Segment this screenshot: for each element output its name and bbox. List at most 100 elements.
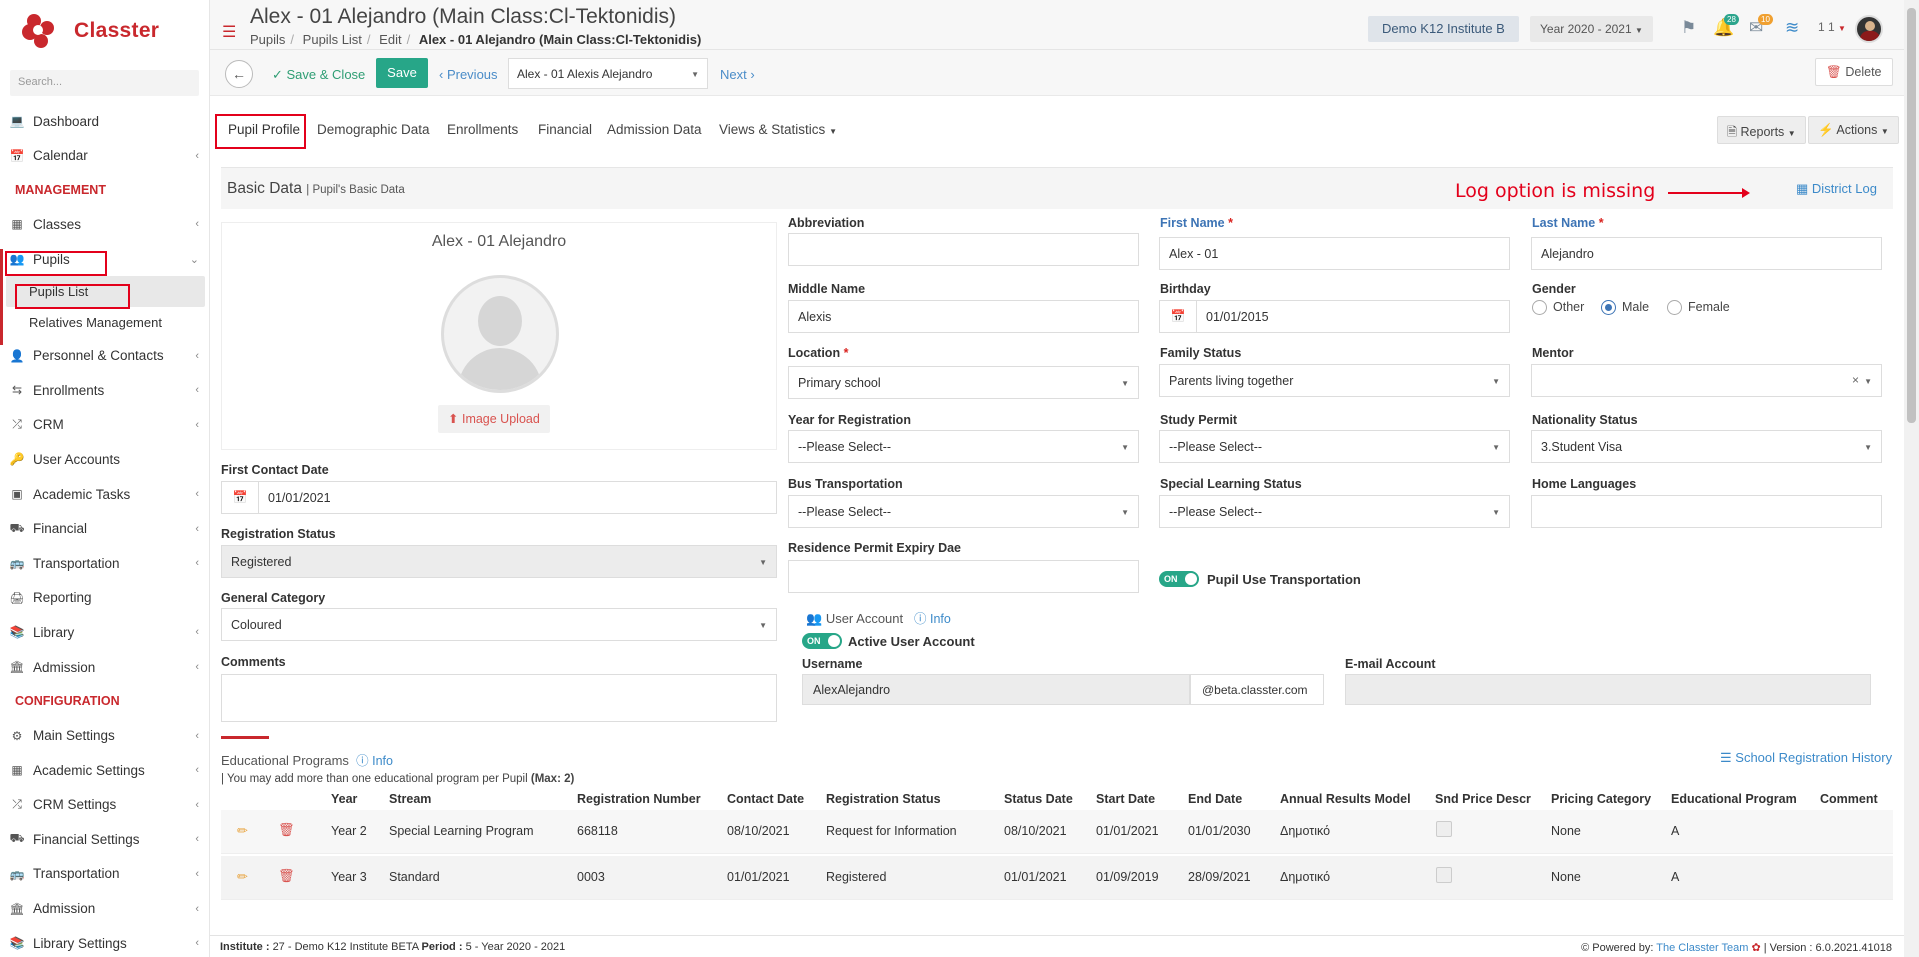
back-button[interactable]: ← — [225, 60, 253, 88]
column-header[interactable]: Annual Results Model — [1280, 792, 1411, 806]
reports-button[interactable]: 🗎 Reports ▼ — [1717, 116, 1806, 144]
sidebar-item-dashboard[interactable]: 💻 Dashboard — [0, 104, 209, 139]
special-learning-select[interactable]: --Please Select-- ▼ — [1159, 495, 1510, 528]
pupil-use-transport-toggle[interactable]: ON — [1159, 571, 1199, 587]
column-header[interactable]: Snd Price Descr — [1435, 792, 1531, 806]
district-log-link[interactable]: ▦ District Log — [1796, 181, 1877, 197]
year-registration-select[interactable]: --Please Select-- ▼ — [788, 430, 1139, 463]
previous-button[interactable]: ‹ Previous — [439, 67, 498, 82]
delete-button[interactable]: 🗑 Delete — [1815, 58, 1893, 86]
middle-name-input[interactable]: Alexis — [788, 300, 1139, 333]
column-header[interactable]: Start Date — [1096, 792, 1155, 806]
sidebar-item-main-settings[interactable]: ⚙ Main Settings ‹ — [0, 718, 209, 753]
residence-permit-input[interactable] — [788, 560, 1139, 593]
comments-textarea[interactable] — [221, 674, 777, 722]
save-close-button[interactable]: ✓ Save & Close — [272, 67, 365, 83]
gender-male-radio[interactable]: Male — [1601, 300, 1649, 316]
sidebar-item-crm[interactable]: ⤮ CRM ‹ — [0, 408, 209, 443]
page-scrollbar[interactable] — [1904, 0, 1919, 957]
sidebar-item-transportation[interactable]: 🚌 Transportation ‹ — [0, 857, 209, 892]
sidebar-item-financial[interactable]: ⛟ Financial ‹ — [0, 511, 209, 546]
snd-price-checkbox[interactable] — [1436, 867, 1452, 883]
sidebar-item-classes[interactable]: ▦ Classes ‹ — [0, 207, 209, 242]
image-upload-button[interactable]: ⬆ Image Upload — [438, 405, 550, 433]
username-input[interactable]: AlexAlejandro — [802, 674, 1190, 705]
family-status-select[interactable]: Parents living together ▼ — [1159, 364, 1510, 397]
first-contact-input[interactable]: 📅 01/01/2021 — [221, 481, 777, 514]
pencil-icon[interactable]: ✏ — [237, 869, 248, 885]
sidebar-subitem-pupils-list[interactable]: Pupils List — [6, 276, 205, 308]
sidebar-item-admission[interactable]: 🏛 Admission ‹ — [0, 650, 209, 685]
column-header[interactable]: Comment — [1820, 792, 1878, 806]
calendar-icon[interactable]: 📅 — [222, 482, 259, 513]
bus-transportation-select[interactable]: --Please Select-- ▼ — [788, 495, 1139, 528]
breadcrumb-pupils[interactable]: Pupils — [250, 32, 285, 47]
nationality-status-select[interactable]: 3.Student Visa ▼ — [1531, 430, 1882, 463]
column-header[interactable]: Contact Date — [727, 792, 804, 806]
footer-team-link[interactable]: The Classter Team — [1656, 942, 1748, 954]
sidebar-item-reporting[interactable]: 🖨 Reporting — [0, 581, 209, 616]
breadcrumb-pupils-list[interactable]: Pupils List — [303, 32, 362, 47]
sidebar-item-user-accounts[interactable]: 🔑 User Accounts — [0, 442, 209, 477]
general-category-select[interactable]: Coloured ▼ — [221, 608, 777, 641]
tab-pupil-profile[interactable]: Pupil Profile — [228, 122, 300, 137]
table-row[interactable]: ✏ 🗑 Year 2 Special Learning Program 668118 08… — [221, 810, 1893, 854]
trash-icon[interactable]: 🗑 — [278, 822, 295, 838]
sidebar-item-enrollments[interactable]: ⇆ Enrollments ‹ — [0, 373, 209, 408]
school-registration-history-link[interactable]: ☰ School Registration History — [1720, 750, 1892, 766]
abbreviation-input[interactable] — [788, 233, 1139, 266]
sidebar-item-library[interactable]: 📚 Library ‹ — [0, 615, 209, 650]
sidebar-item-library-settings[interactable]: 📚 Library Settings ‹ — [0, 926, 209, 957]
study-permit-select[interactable]: --Please Select-- ▼ — [1159, 430, 1510, 463]
educational-programs-info-link[interactable]: ⓘ Info — [356, 754, 393, 768]
column-header[interactable]: End Date — [1188, 792, 1242, 806]
menu-toggle-icon[interactable]: ☰ — [222, 22, 236, 42]
snd-price-checkbox[interactable] — [1436, 821, 1452, 837]
clear-icon[interactable]: × — [1852, 373, 1859, 387]
column-header[interactable]: Pricing Category — [1551, 792, 1651, 806]
brand-logo[interactable]: Classter — [0, 0, 209, 62]
gender-other-radio[interactable]: Other — [1532, 300, 1584, 316]
last-name-input[interactable]: Alejandro — [1531, 237, 1882, 270]
tab-enrollments[interactable]: Enrollments — [447, 122, 518, 137]
birthday-input[interactable]: 📅 01/01/2015 — [1159, 300, 1510, 333]
column-header[interactable]: Educational Program — [1671, 792, 1797, 806]
email-account-input[interactable] — [1345, 674, 1871, 705]
user-account-info-link[interactable]: ⓘ Info — [914, 612, 951, 626]
first-name-input[interactable]: Alex - 01 — [1159, 237, 1510, 270]
scrollbar-thumb[interactable] — [1907, 8, 1916, 423]
location-select[interactable]: Primary school ▼ — [788, 366, 1139, 399]
tab-demographic-data[interactable]: Demographic Data — [317, 122, 430, 137]
column-header[interactable]: Stream — [389, 792, 431, 806]
flag-icon[interactable]: ⚑ — [1681, 18, 1696, 38]
sidebar-item-pupils[interactable]: 👥 Pupils ⌄ — [0, 242, 209, 277]
sidebar-item-financial-settings[interactable]: ⛟ Financial Settings ‹ — [0, 822, 209, 857]
mentor-select[interactable]: × ▼ — [1531, 364, 1882, 397]
sidebar-item-academic-settings[interactable]: ▦ Academic Settings ‹ — [0, 753, 209, 788]
layers-icon[interactable]: ≋ — [1785, 18, 1799, 38]
sidebar-item-academic-tasks[interactable]: ▣ Academic Tasks ‹ — [0, 477, 209, 512]
tab-financial[interactable]: Financial — [538, 122, 592, 137]
user-avatar[interactable] — [1855, 15, 1883, 43]
active-user-account-toggle[interactable]: ON — [802, 633, 842, 649]
actions-button[interactable]: ⚡ Actions ▼ — [1808, 116, 1899, 144]
institute-selector[interactable]: Demo K12 Institute B — [1368, 16, 1519, 42]
next-button[interactable]: Next › — [720, 67, 755, 82]
sidebar-item-calendar[interactable]: 📅 Calendar ‹ — [0, 139, 209, 174]
breadcrumb-edit[interactable]: Edit — [379, 32, 401, 47]
user-menu[interactable]: 1 1 ▼ — [1818, 20, 1846, 34]
calendar-icon[interactable]: 📅 — [1160, 301, 1197, 332]
column-header[interactable]: Year — [331, 792, 357, 806]
gender-female-radio[interactable]: Female — [1667, 300, 1730, 316]
sidebar-subitem-relatives-management[interactable]: Relatives Management — [0, 307, 209, 338]
sidebar-item-crm-settings[interactable]: ⤮ CRM Settings ‹ — [0, 788, 209, 823]
table-row[interactable]: ✏ 🗑 Year 3 Standard 0003 01/01/2021 Registered… — [221, 856, 1893, 900]
year-selector[interactable]: Year 2020 - 2021 ▼ — [1530, 16, 1653, 42]
column-header[interactable]: Registration Number — [577, 792, 701, 806]
column-header[interactable]: Status Date — [1004, 792, 1073, 806]
trash-icon[interactable]: 🗑 — [278, 868, 295, 884]
tab-views-statistics[interactable]: Views & Statistics ▼ — [719, 122, 837, 137]
home-languages-input[interactable] — [1531, 495, 1882, 528]
sidebar-item-admission[interactable]: 🏛 Admission ‹ — [0, 891, 209, 926]
sidebar-item-transportation[interactable]: 🚌 Transportation ‹ — [0, 546, 209, 581]
